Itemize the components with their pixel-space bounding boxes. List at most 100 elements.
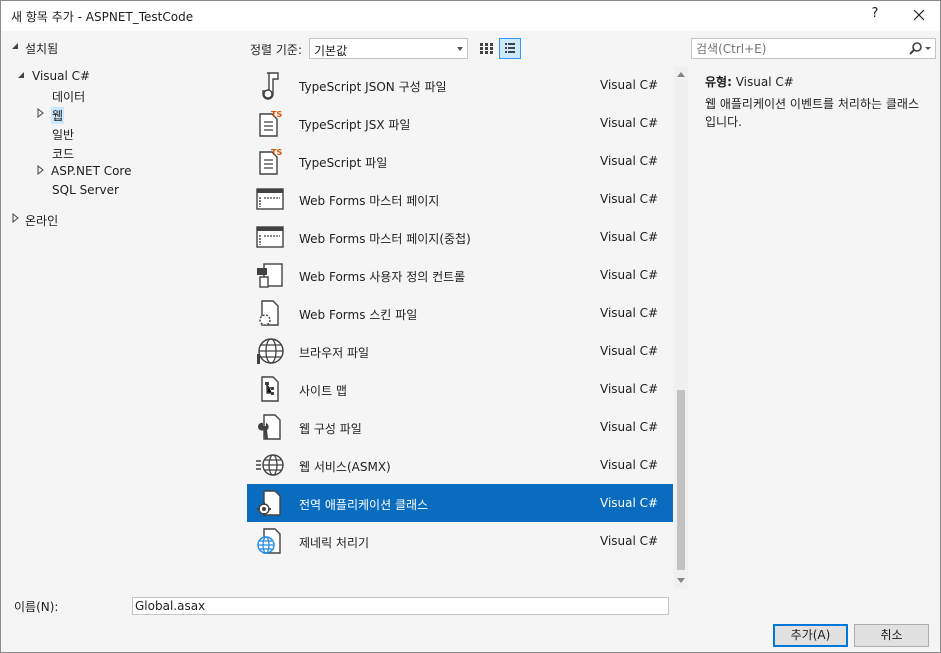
tree-item-label: 데이터	[52, 90, 86, 104]
list-item[interactable]: Web Forms 스킨 파일 Visual C#	[247, 294, 673, 332]
list-item[interactable]: TS TypeScript 파일 Visual C#	[247, 142, 673, 180]
item-language: Visual C#	[600, 78, 659, 92]
item-name: 브라우저 파일	[299, 346, 370, 360]
tree-item-label: ASP.NET Core	[51, 164, 132, 178]
add-new-item-dialog: 새 항목 추가 - ASPNET_TestCode ? 설치됨 Visual C…	[0, 0, 941, 653]
search-input[interactable]	[696, 41, 901, 56]
item-type: 유형: Visual C#	[705, 73, 794, 90]
nested-master-page-icon	[255, 222, 285, 252]
expanded-arrow-icon[interactable]	[16, 70, 26, 80]
window-title: 새 항목 추가 - ASPNET_TestCode	[11, 10, 194, 24]
generic-handler-icon	[255, 526, 285, 556]
collapsed-arrow-icon[interactable]	[35, 165, 45, 175]
list-view-icon	[505, 43, 515, 53]
item-language: Visual C#	[600, 534, 659, 548]
item-name: 웹 구성 파일	[299, 422, 362, 436]
search-dropdown-button[interactable]	[908, 41, 932, 60]
site-map-icon	[255, 374, 285, 404]
item-language: Visual C#	[600, 344, 659, 358]
grid-view-button[interactable]	[475, 38, 497, 59]
item-language: Visual C#	[600, 382, 659, 396]
scroll-down-arrow-icon[interactable]	[677, 578, 685, 583]
tree-item-label: 웹	[51, 107, 65, 124]
global-app-class-icon	[255, 488, 285, 518]
svg-text:TS: TS	[271, 148, 282, 157]
list-item[interactable]: 브라우저 파일 Visual C#	[247, 332, 673, 370]
item-language: Visual C#	[600, 154, 659, 168]
expanded-arrow-icon[interactable]	[10, 41, 20, 51]
name-input[interactable]	[132, 597, 669, 615]
tree-item-label: Visual C#	[32, 69, 91, 83]
tsx-file-icon: TS	[255, 108, 285, 138]
item-name: TypeScript JSON 구성 파일	[299, 80, 447, 94]
tree-item-label: 일반	[52, 128, 75, 142]
title-bar: 새 항목 추가 - ASPNET_TestCode ?	[1, 1, 940, 31]
details-pane: 유형: Visual C# 웹 애플리케이션 이벤트를 처리하는 클래스입니다.	[691, 66, 936, 589]
type-label: 유형:	[705, 75, 732, 89]
item-language: Visual C#	[600, 192, 659, 206]
sort-label: 정렬 기준:	[250, 43, 303, 57]
item-description: 웹 애플리케이션 이벤트를 처리하는 클래스입니다.	[705, 97, 919, 129]
category-tree: 설치됨 Visual C# 데이터 웹 일반 코드 ASP.NET Core S…	[2, 32, 242, 588]
cancel-button[interactable]: 취소	[854, 624, 929, 647]
user-control-icon	[255, 260, 285, 290]
tree-item-label: 설치됨	[25, 42, 59, 56]
help-button[interactable]: ?	[865, 6, 885, 26]
list-item[interactable]: 웹 구성 파일 Visual C#	[247, 408, 673, 446]
item-name: 전역 애플리케이션 클래스	[299, 498, 429, 512]
list-item[interactable]: Web Forms 마스터 페이지 Visual C#	[247, 180, 673, 218]
item-language: Visual C#	[600, 420, 659, 434]
ts-json-config-icon	[255, 70, 285, 100]
chevron-down-icon	[457, 47, 463, 51]
list-item[interactable]: 제네릭 처리기 Visual C#	[247, 522, 673, 560]
item-language: Visual C#	[600, 230, 659, 244]
web-service-icon	[255, 450, 285, 480]
grid-view-icon	[480, 43, 493, 54]
name-label: 이름(N):	[14, 600, 59, 614]
list-item-selected[interactable]: 전역 애플리케이션 클래스 Visual C#	[247, 484, 673, 522]
item-name: 사이트 맵	[299, 384, 347, 398]
add-button[interactable]: 추가(A)	[773, 624, 848, 647]
item-language: Visual C#	[600, 268, 659, 282]
list-scrollbar[interactable]	[674, 66, 688, 589]
item-language: Visual C#	[600, 306, 659, 320]
template-list: TypeScript JSON 구성 파일 Visual C# TS TypeS…	[246, 66, 688, 589]
item-language: Visual C#	[600, 458, 659, 472]
item-name: TypeScript 파일	[299, 156, 388, 170]
sort-dropdown[interactable]: 기본값	[309, 38, 468, 59]
item-language: Visual C#	[600, 496, 659, 510]
item-name: 웹 서비스(ASMX)	[299, 460, 391, 474]
item-name: TypeScript JSX 파일	[299, 118, 411, 132]
ts-file-icon: TS	[255, 146, 285, 176]
scroll-up-arrow-icon[interactable]	[677, 72, 685, 77]
scroll-thumb[interactable]	[677, 390, 685, 570]
list-item[interactable]: Web Forms 사용자 정의 컨트롤 Visual C#	[247, 256, 673, 294]
master-page-icon	[255, 184, 285, 214]
close-icon	[913, 9, 925, 21]
list-item[interactable]: 사이트 맵 Visual C#	[247, 370, 673, 408]
close-button[interactable]	[904, 3, 934, 29]
list-item[interactable]: TS TypeScript JSX 파일 Visual C#	[247, 104, 673, 142]
search-icon	[909, 42, 931, 55]
web-config-icon	[255, 412, 285, 442]
sort-value: 기본값	[314, 44, 348, 58]
item-language: Visual C#	[600, 116, 659, 130]
browser-file-icon	[255, 336, 285, 366]
type-value: Visual C#	[735, 75, 794, 89]
list-item[interactable]: 웹 서비스(ASMX) Visual C#	[247, 446, 673, 484]
list-view-button[interactable]	[499, 38, 521, 59]
skin-file-icon	[255, 298, 285, 328]
item-name: 제네릭 처리기	[299, 536, 370, 550]
tree-item-label: SQL Server	[52, 183, 119, 197]
item-name: Web Forms 스킨 파일	[299, 308, 418, 322]
collapsed-arrow-icon[interactable]	[10, 213, 20, 223]
list-item[interactable]: Web Forms 마스터 페이지(중첩) Visual C#	[247, 218, 673, 256]
collapsed-arrow-icon[interactable]	[35, 108, 45, 118]
list-item[interactable]: TypeScript JSON 구성 파일 Visual C#	[247, 66, 673, 104]
tree-item-label: 온라인	[25, 214, 59, 228]
search-box[interactable]	[691, 38, 936, 59]
item-name: Web Forms 사용자 정의 컨트롤	[299, 270, 466, 284]
svg-text:TS: TS	[271, 110, 282, 119]
tree-item-label: 코드	[52, 147, 75, 161]
item-name: Web Forms 마스터 페이지(중첩)	[299, 232, 471, 246]
